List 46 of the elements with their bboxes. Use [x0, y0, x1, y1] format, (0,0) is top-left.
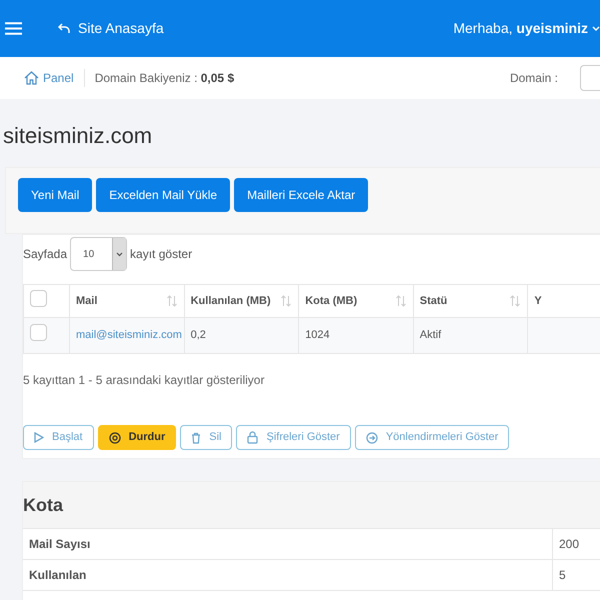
trash-icon: [191, 432, 202, 444]
home-icon: [24, 71, 39, 85]
page-length-select[interactable]: 10: [70, 237, 128, 271]
action-button[interactable]: Yönlendirmeleri Göster: [354, 425, 510, 450]
lock-icon: [247, 431, 258, 444]
quota-title: Kota: [23, 494, 63, 516]
chevron-down-icon: [116, 252, 124, 256]
domain-label: Domain :: [510, 70, 558, 87]
action-button[interactable]: Başlat: [23, 425, 94, 450]
primary-button[interactable]: Mailleri Excele Aktar: [234, 178, 368, 212]
chevron-down-icon[interactable]: [592, 26, 600, 32]
table-info: 5 kayıttan 1 - 5 arasındaki kayıtlar gösteriliyor: [23, 372, 266, 389]
column-header[interactable]: Statü: [420, 292, 448, 310]
sort-icon[interactable]: [280, 295, 292, 307]
play-icon: [34, 432, 44, 443]
checkbox[interactable]: [30, 290, 47, 307]
home-link[interactable]: Site Anasayfa: [58, 18, 164, 39]
action-button[interactable]: Şifreleri Göster: [236, 425, 351, 450]
quota-value: 5: [558, 567, 566, 584]
sort-icon[interactable]: [166, 295, 178, 307]
primary-button[interactable]: Excelden Mail Yükle: [96, 178, 230, 212]
quota-label: Kullanılan: [23, 560, 553, 590]
action-button[interactable]: Sil: [180, 425, 232, 450]
sort-icon[interactable]: [509, 295, 522, 307]
length-prefix: Sayfada: [23, 246, 68, 263]
quota-label: Mail Sayısı: [23, 529, 553, 559]
menu-icon[interactable]: [5, 22, 22, 35]
panel-link[interactable]: Panel: [24, 69, 74, 87]
arrow-circle-icon: [366, 432, 378, 444]
greeting: Merhaba, uyeisminiz: [453, 19, 588, 38]
action-button[interactable]: Durdur: [98, 425, 176, 450]
stop-circle-icon: [108, 432, 121, 444]
primary-button[interactable]: Yeni Mail: [18, 178, 92, 212]
balance-text: Domain Bakiyeniz : 0,05 $: [94, 70, 234, 87]
table-cell: 1024: [305, 329, 330, 342]
quota-value: 200: [558, 536, 580, 553]
domain-field[interactable]: [580, 65, 600, 91]
checkbox[interactable]: [30, 324, 47, 342]
table-cell: 0,2: [190, 329, 206, 342]
sort-icon[interactable]: [394, 295, 407, 307]
return-arrow-icon: [58, 23, 70, 34]
page-title: siteisminiz.com: [3, 122, 154, 150]
column-header[interactable]: Y: [534, 292, 542, 310]
table-cell: Aktif: [420, 329, 442, 342]
length-suffix: kayıt göster: [130, 246, 192, 263]
column-header[interactable]: Mail: [76, 292, 98, 310]
